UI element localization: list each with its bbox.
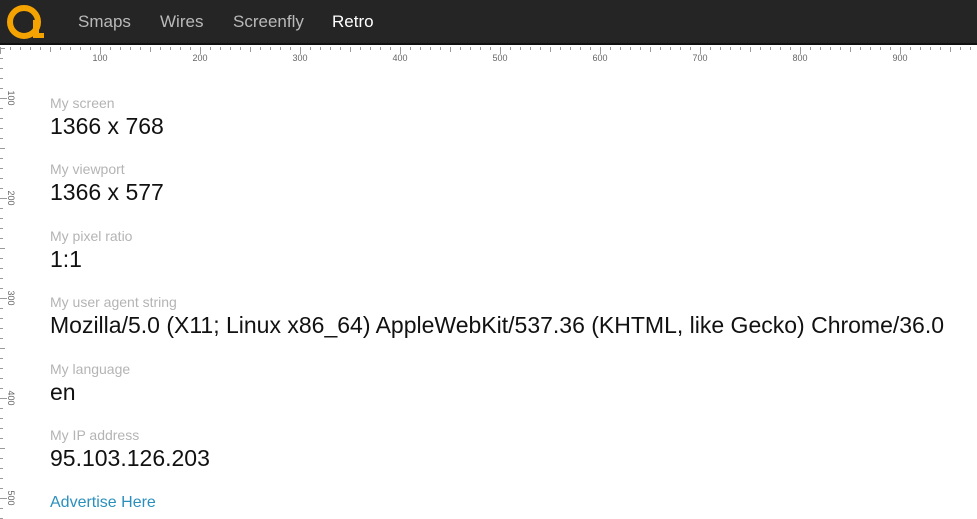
- user-agent-label: My user agent string: [50, 294, 177, 310]
- ruler-left-label: 100: [6, 90, 16, 105]
- ruler-left-label: 400: [6, 390, 16, 405]
- screen-value: 1366 x 768: [50, 113, 164, 139]
- pixel-ratio-value: 1:1: [50, 246, 82, 272]
- language-value: en: [50, 379, 76, 405]
- language-label: My language: [50, 361, 131, 377]
- nav-item-wires[interactable]: Wires: [160, 12, 203, 32]
- user-agent-value: Mozilla/5.0 (X11; Linux x86_64) AppleWeb…: [50, 312, 945, 338]
- ruler-top-label: 600: [592, 53, 607, 63]
- nav-item-screenfly[interactable]: Screenfly: [233, 12, 304, 32]
- screen-field: My screen 1366 x 768: [50, 95, 164, 140]
- ruler-top-label: 500: [492, 53, 507, 63]
- language-field: My language en: [50, 361, 130, 406]
- viewport-label: My viewport: [50, 161, 125, 177]
- viewport-field: My viewport 1366 x 577: [50, 161, 164, 206]
- viewport-value: 1366 x 577: [50, 179, 164, 205]
- ruler-top-label: 800: [792, 53, 807, 63]
- ip-address-field: My IP address 95.103.126.203: [50, 427, 210, 472]
- ruler-top-label: 300: [292, 53, 307, 63]
- nav-item-retro[interactable]: Retro: [332, 12, 374, 32]
- screen-label: My screen: [50, 95, 115, 111]
- ruler-top-label: 400: [392, 53, 407, 63]
- retro-a-logo-icon[interactable]: [7, 4, 45, 40]
- ruler-top-label: 100: [92, 53, 107, 63]
- vertical-ruler: 100 200 300 400 500: [0, 48, 16, 519]
- top-navigation-bar: Smaps Wires Screenfly Retro: [0, 0, 977, 45]
- pixel-ratio-label: My pixel ratio: [50, 228, 133, 244]
- ruler-top-label: 700: [692, 53, 707, 63]
- ruler-left-label: 200: [6, 190, 16, 205]
- ip-address-label: My IP address: [50, 427, 140, 443]
- ruler-left-label: 500: [6, 490, 16, 505]
- user-agent-field: My user agent string Mozilla/5.0 (X11; L…: [50, 294, 944, 339]
- ruler-top-label: 900: [892, 53, 907, 63]
- pixel-ratio-field: My pixel ratio 1:1: [50, 228, 132, 273]
- ip-address-value: 95.103.126.203: [50, 445, 210, 471]
- horizontal-ruler: 100 200 300 400 500 600 700 800 900: [0, 47, 971, 63]
- advertise-here-link[interactable]: Advertise Here: [50, 494, 156, 512]
- ruler-left-label: 300: [6, 290, 16, 305]
- nav-item-smaps[interactable]: Smaps: [78, 12, 131, 32]
- ruler-top-label: 200: [192, 53, 207, 63]
